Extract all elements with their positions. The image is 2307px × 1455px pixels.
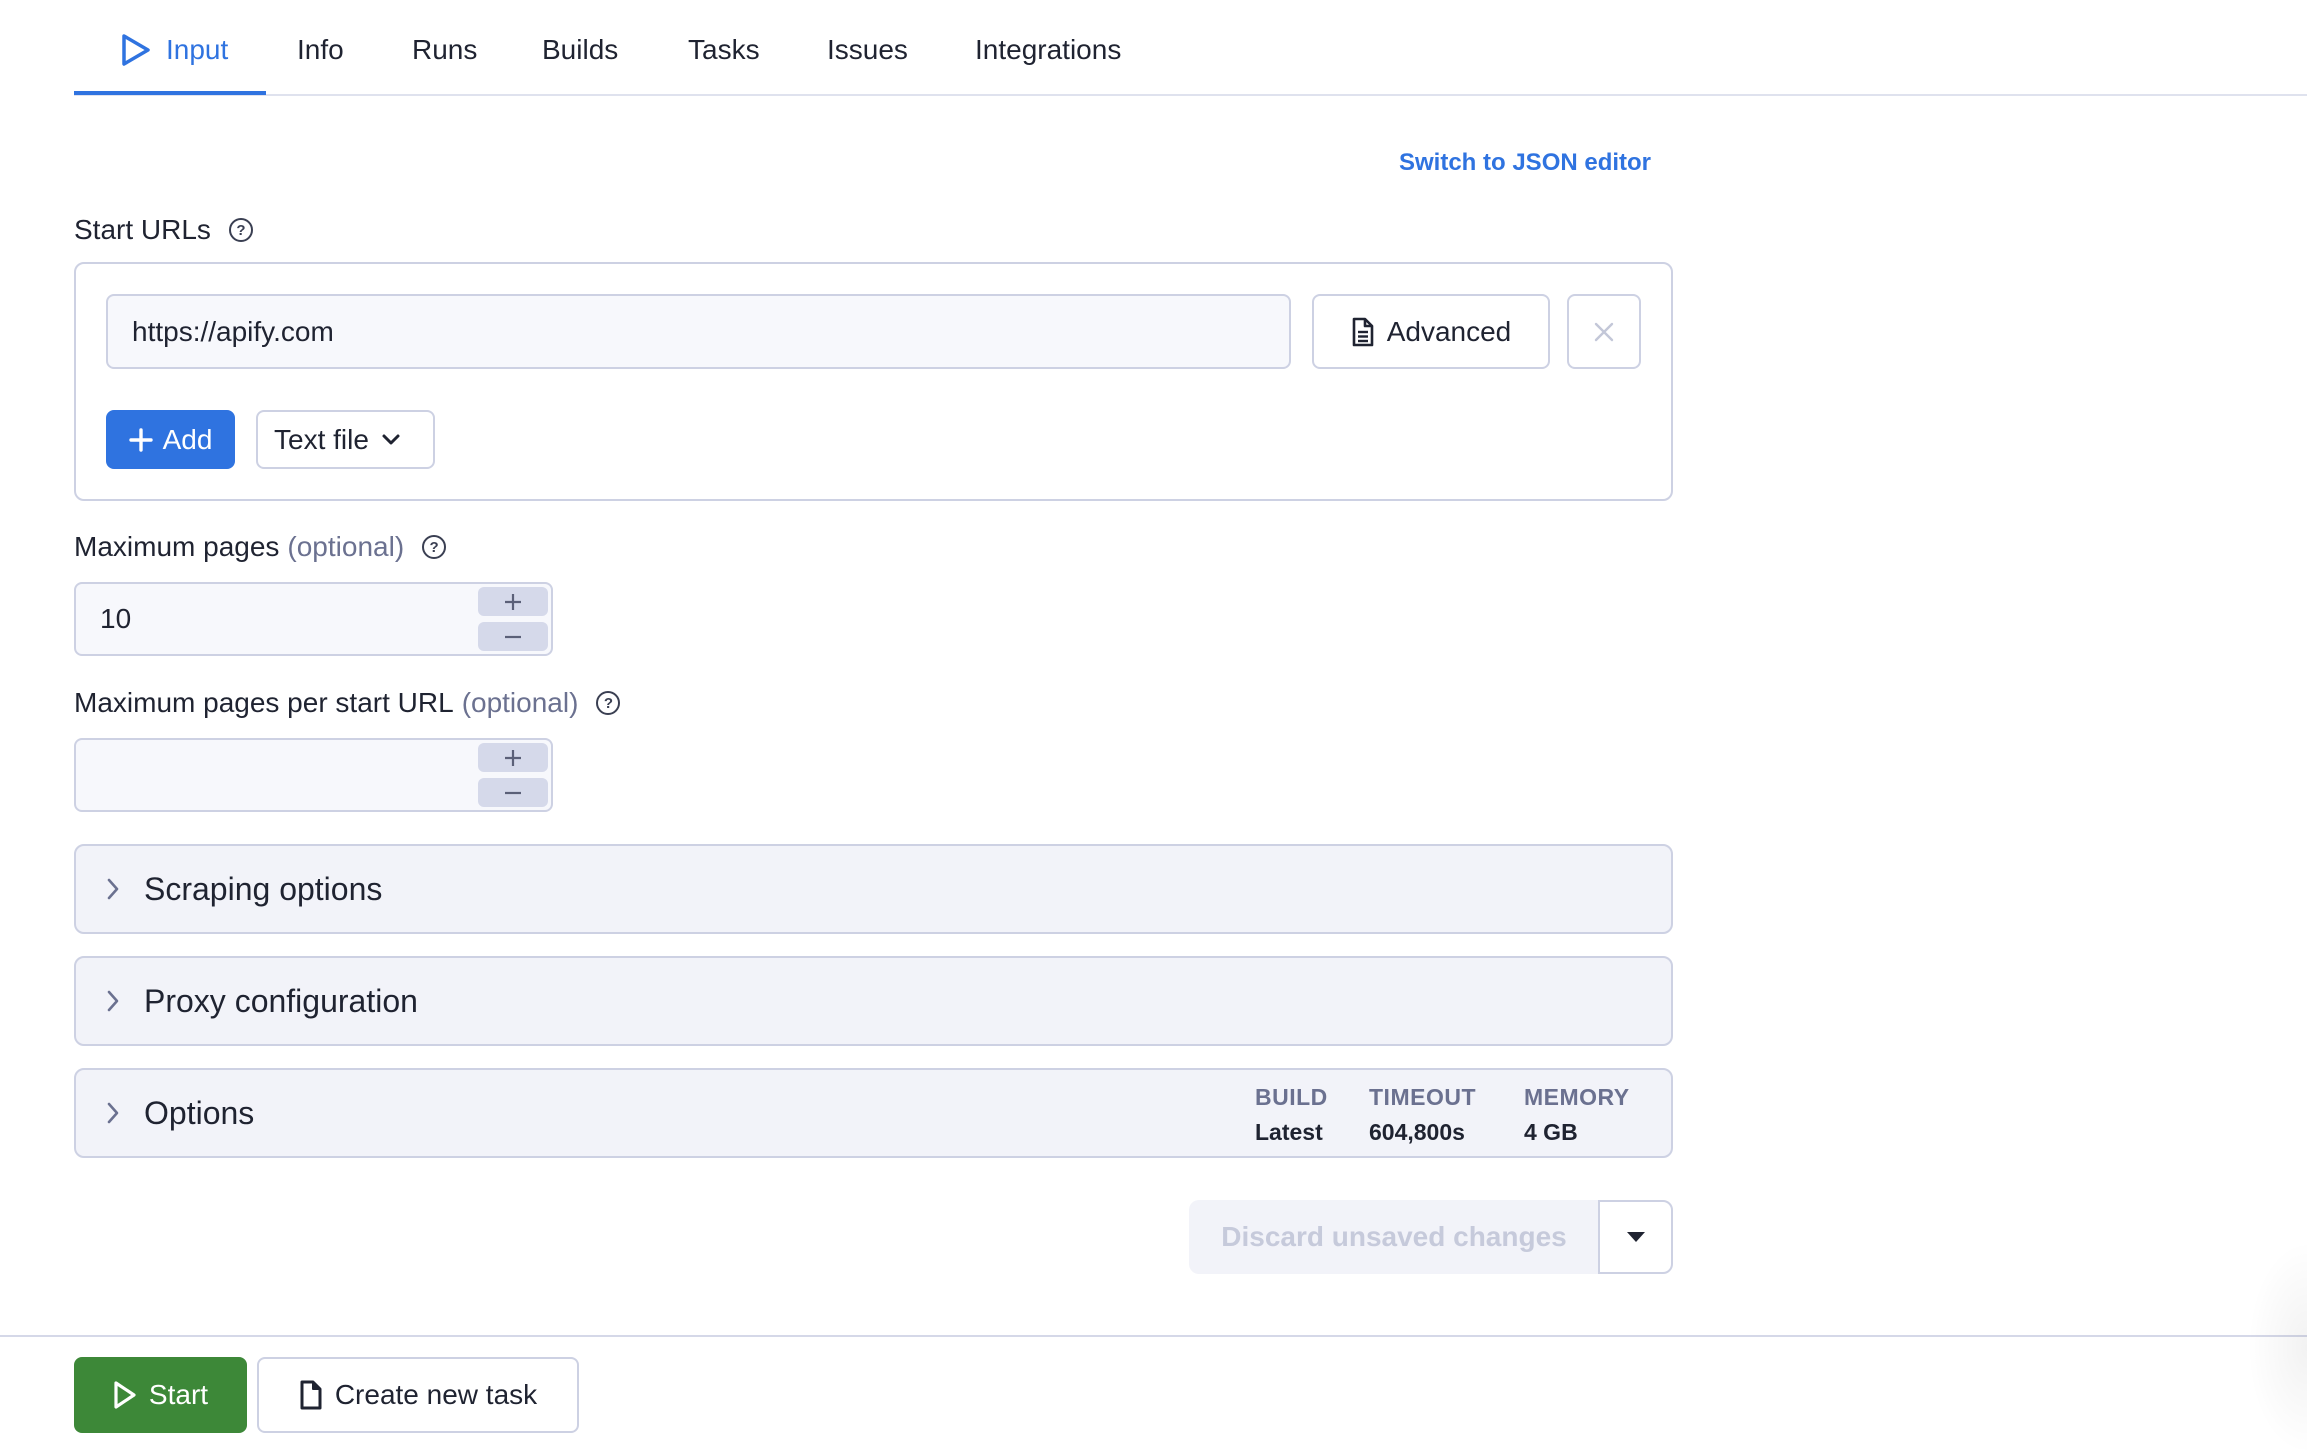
start-label: Start xyxy=(148,1379,209,1410)
plus-icon xyxy=(505,593,521,610)
label-text: Maximum pages xyxy=(74,531,280,562)
chevron-right-icon xyxy=(106,846,120,932)
minus-icon xyxy=(505,635,521,638)
play-icon xyxy=(114,1381,136,1409)
memory-label: MEMORY xyxy=(1524,1084,1630,1110)
options-section[interactable]: Options BUILD Latest TIMEOUT 604,800s ME… xyxy=(74,1068,1673,1158)
input-value: 10 xyxy=(100,603,132,634)
edge-shadow xyxy=(2247,1240,2307,1455)
add-url-button[interactable]: Add xyxy=(106,410,235,469)
url-value: https://apify.com xyxy=(132,315,334,347)
advanced-label: Advanced xyxy=(1386,315,1512,347)
close-icon xyxy=(1594,322,1614,341)
start-urls-label: Start URLs ? xyxy=(74,214,253,246)
build-summary: BUILD Latest xyxy=(1255,1084,1328,1146)
build-label: BUILD xyxy=(1255,1084,1328,1110)
tab-tasks[interactable]: Tasks xyxy=(688,30,760,70)
optional-tag: (optional) xyxy=(461,687,579,718)
tab-label: Integrations xyxy=(975,34,1122,65)
optional-tag: (optional) xyxy=(287,531,405,562)
tab-label: Input xyxy=(166,34,229,65)
remove-url-button[interactable] xyxy=(1567,294,1641,369)
tab-label: Info xyxy=(297,34,344,65)
tab-info[interactable]: Info xyxy=(297,30,344,70)
text-file-dropdown[interactable]: Text file xyxy=(256,410,435,469)
label-text: Maximum pages per start URL xyxy=(74,687,454,718)
dropdown-value: Text file xyxy=(274,423,369,455)
section-title: Scraping options xyxy=(144,870,383,907)
help-circle-icon[interactable]: ? xyxy=(228,218,253,242)
label-text: Start URLs xyxy=(74,214,211,245)
section-title: Options xyxy=(144,1094,255,1131)
discard-options-dropdown[interactable] xyxy=(1598,1200,1673,1274)
footer-divider xyxy=(0,1335,2307,1337)
create-new-task-button[interactable]: Create new task xyxy=(257,1357,579,1433)
increment-button[interactable] xyxy=(478,587,548,616)
play-icon xyxy=(122,34,150,66)
start-url-input[interactable]: https://apify.com xyxy=(106,294,1291,369)
help-circle-icon[interactable]: ? xyxy=(596,691,621,715)
timeout-value: 604,800s xyxy=(1369,1119,1465,1145)
tab-label: Builds xyxy=(542,34,619,65)
max-pages-per-url-input[interactable] xyxy=(74,738,553,812)
start-button[interactable]: Start xyxy=(74,1357,247,1433)
scraping-options-section[interactable]: Scraping options xyxy=(74,844,1673,934)
section-title: Proxy configuration xyxy=(144,982,418,1019)
help-circle-icon[interactable]: ? xyxy=(422,535,447,559)
plus-icon xyxy=(128,427,153,452)
timeout-label: TIMEOUT xyxy=(1369,1084,1476,1110)
timeout-summary: TIMEOUT 604,800s xyxy=(1369,1084,1476,1146)
plus-icon xyxy=(505,749,521,766)
max-pages-per-url-label: Maximum pages per start URL (optional) ? xyxy=(74,687,621,719)
tab-label: Tasks xyxy=(688,34,760,65)
chevron-right-icon xyxy=(106,1070,120,1156)
tab-issues[interactable]: Issues xyxy=(827,30,908,70)
minus-icon xyxy=(505,791,521,794)
decrement-button[interactable] xyxy=(478,622,548,651)
create-task-label: Create new task xyxy=(334,1379,538,1410)
switch-to-json-editor-link[interactable]: Switch to JSON editor xyxy=(1399,149,1651,177)
file-icon xyxy=(300,1380,322,1410)
advanced-button[interactable]: Advanced xyxy=(1312,294,1550,369)
active-tab-indicator xyxy=(74,91,266,95)
discard-unsaved-changes-button[interactable]: Discard unsaved changes xyxy=(1189,1200,1599,1274)
tab-label: Runs xyxy=(412,34,478,65)
tab-label: Issues xyxy=(827,34,908,65)
proxy-configuration-section[interactable]: Proxy configuration xyxy=(74,956,1673,1046)
decrement-button[interactable] xyxy=(478,778,548,807)
document-icon xyxy=(1352,317,1374,346)
tab-builds[interactable]: Builds xyxy=(542,30,618,70)
tab-integrations[interactable]: Integrations xyxy=(975,30,1121,70)
max-pages-label: Maximum pages (optional) ? xyxy=(74,531,447,563)
increment-button[interactable] xyxy=(478,743,548,772)
tab-bar xyxy=(74,0,2307,96)
memory-summary: MEMORY 4 GB xyxy=(1524,1084,1630,1146)
memory-value: 4 GB xyxy=(1524,1119,1578,1145)
tab-runs[interactable]: Runs xyxy=(412,30,477,70)
caret-down-icon xyxy=(1626,1232,1645,1242)
chevron-right-icon xyxy=(106,958,120,1044)
max-pages-input[interactable]: 10 xyxy=(74,582,553,656)
chevron-down-icon xyxy=(382,434,400,444)
build-value: Latest xyxy=(1255,1119,1323,1145)
add-label: Add xyxy=(162,423,213,455)
tab-input[interactable]: Input xyxy=(120,30,228,70)
